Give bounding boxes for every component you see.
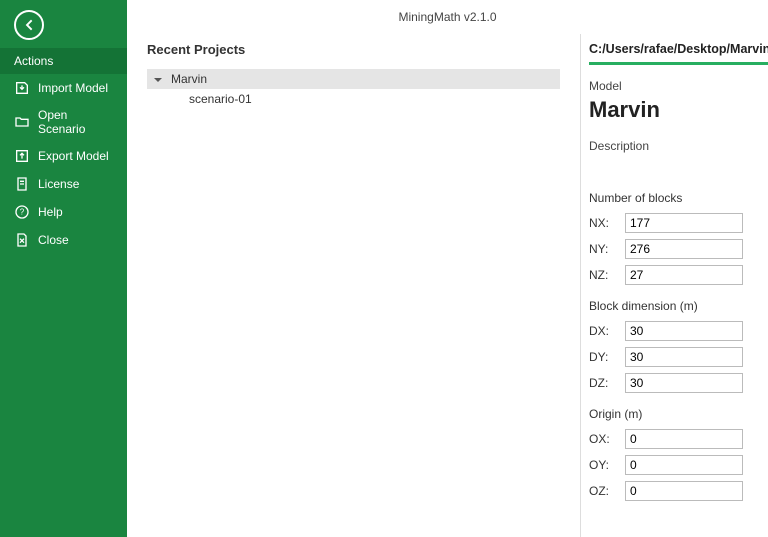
chevron-down-icon: [153, 74, 163, 84]
menu-label: Help: [38, 205, 63, 219]
dy-label: DY:: [589, 350, 617, 364]
arrow-left-icon: [21, 17, 37, 33]
menu-open-scenario[interactable]: Open Scenario: [0, 102, 127, 142]
description-value: [589, 157, 768, 177]
oy-input[interactable]: [625, 455, 743, 475]
nx-label: NX:: [589, 216, 617, 230]
description-label: Description: [589, 139, 768, 153]
recent-projects-panel: Recent Projects Marvin scenario-01: [147, 34, 560, 537]
svg-text:?: ?: [20, 208, 25, 217]
menu-license[interactable]: License: [0, 170, 127, 198]
dim-group-title: Block dimension (m): [589, 299, 768, 313]
menu-help[interactable]: ? Help: [0, 198, 127, 226]
export-icon: [14, 148, 30, 164]
dz-label: DZ:: [589, 376, 617, 390]
project-name: Marvin: [171, 72, 207, 86]
dz-input[interactable]: [625, 373, 743, 393]
menu-label: Open Scenario: [38, 108, 113, 136]
window-title: MiningMath v2.1.0: [127, 0, 768, 34]
folder-open-icon: [14, 114, 30, 130]
ox-label: OX:: [589, 432, 617, 446]
recent-projects-heading: Recent Projects: [147, 42, 560, 57]
nx-input[interactable]: [625, 213, 743, 233]
sidebar: Actions Import Model Open Scenario Expor…: [0, 0, 127, 537]
menu-import-model[interactable]: Import Model: [0, 74, 127, 102]
dx-label: DX:: [589, 324, 617, 338]
ny-input[interactable]: [625, 239, 743, 259]
menu-label: Export Model: [38, 149, 109, 163]
project-path: C:/Users/rafae/Desktop/Marvin: [589, 42, 768, 65]
oy-label: OY:: [589, 458, 617, 472]
oz-input[interactable]: [625, 481, 743, 501]
dy-input[interactable]: [625, 347, 743, 367]
menu-export-model[interactable]: Export Model: [0, 142, 127, 170]
scenario-tree-item[interactable]: scenario-01: [147, 89, 560, 109]
project-tree-item[interactable]: Marvin: [147, 69, 560, 89]
main: MiningMath v2.1.0 Recent Projects Marvin…: [127, 0, 768, 537]
nz-input[interactable]: [625, 265, 743, 285]
menu-label: License: [38, 177, 79, 191]
nz-label: NZ:: [589, 268, 617, 282]
sidebar-section-header: Actions: [0, 48, 127, 74]
oz-label: OZ:: [589, 484, 617, 498]
import-icon: [14, 80, 30, 96]
ox-input[interactable]: [625, 429, 743, 449]
model-name: Marvin: [589, 97, 768, 125]
ny-label: NY:: [589, 242, 617, 256]
back-button[interactable]: [14, 10, 44, 40]
menu-label: Close: [38, 233, 69, 247]
menu-close[interactable]: Close: [0, 226, 127, 254]
model-label: Model: [589, 79, 768, 93]
details-panel: C:/Users/rafae/Desktop/Marvin Model Marv…: [580, 34, 768, 537]
menu-label: Import Model: [38, 81, 108, 95]
help-icon: ?: [14, 204, 30, 220]
blocks-group-title: Number of blocks: [589, 191, 768, 205]
dx-input[interactable]: [625, 321, 743, 341]
license-icon: [14, 176, 30, 192]
origin-group-title: Origin (m): [589, 407, 768, 421]
scenario-name: scenario-01: [189, 92, 252, 106]
close-file-icon: [14, 232, 30, 248]
